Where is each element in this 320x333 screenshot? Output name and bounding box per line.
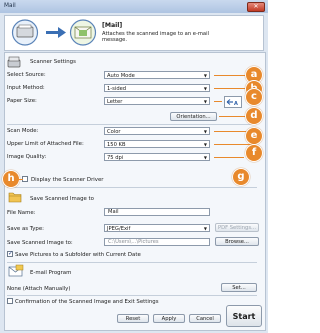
chevron-down-icon: ▼ [203, 226, 207, 231]
scan-mode-dropdown[interactable]: Color ▼ [104, 127, 210, 135]
chevron-down-icon: ▼ [203, 86, 207, 91]
apply-button[interactable]: Apply [153, 314, 185, 323]
image-quality-dropdown[interactable]: 75 dpi ▼ [104, 153, 210, 161]
callout-f-badge: f [245, 144, 263, 162]
cancel-button[interactable]: Cancel [189, 314, 221, 323]
divider [7, 262, 257, 263]
chevron-down-icon: ▼ [203, 155, 207, 160]
window-title: Mail [4, 3, 16, 9]
file-name-label: File Name: [7, 210, 36, 216]
paper-size-label: Paper Size: [7, 98, 37, 104]
divider [7, 295, 257, 296]
callout-leader [19, 179, 23, 180]
email-program-heading: E-mail Program [30, 270, 72, 276]
upper-limit-label: Upper Limit of Attached File: [7, 141, 84, 147]
orientation-button[interactable]: Orientation... [170, 112, 217, 121]
chevron-down-icon: ▼ [203, 142, 207, 147]
scan-mode-value: Color [107, 129, 121, 135]
file-name-input[interactable]: Mail [104, 208, 210, 216]
image-quality-label: Image Quality: [7, 154, 47, 160]
email-program-icon [8, 264, 24, 277]
chevron-down-icon: ▼ [203, 99, 207, 104]
save-as-type-value: JPEG/Exif [107, 226, 131, 232]
callout-leader [214, 144, 252, 145]
select-source-dropdown[interactable]: Auto Mode ▼ [104, 71, 210, 79]
folder-icon [8, 192, 22, 203]
browse-button[interactable]: Browse... [215, 237, 259, 246]
callout-leader [214, 101, 222, 102]
confirm-checkbox[interactable] [7, 298, 13, 304]
set-button[interactable]: Set... [221, 283, 257, 292]
callout-c-badge: c [245, 88, 263, 106]
input-method-dropdown[interactable]: 1-sided ▼ [104, 84, 210, 92]
save-as-type-dropdown[interactable]: JPEG/Exif ▼ [104, 224, 210, 232]
scanner-settings-heading: Scanner Settings [30, 59, 76, 65]
paper-size-value: Letter [107, 99, 123, 105]
input-method-value: 1-sided [107, 86, 127, 92]
subfolder-label: Save Pictures to a Subfolder with Curren… [15, 252, 141, 258]
orientation-icon: A [224, 96, 242, 108]
header-description: Attaches the scanned image to an e-mail … [102, 31, 209, 44]
mail-dialog: Mail ✕ [Mail] Attaches the scanned image… [0, 0, 268, 333]
svg-text:A: A [234, 101, 238, 107]
divider [7, 124, 257, 125]
chevron-down-icon: ▼ [203, 129, 207, 134]
save-to-label: Save Scanned Image to: [7, 240, 73, 246]
subfolder-checkbox[interactable] [7, 250, 13, 257]
select-source-label: Select Source: [7, 72, 46, 78]
callout-leader [214, 157, 244, 158]
callout-d-badge: d [245, 107, 263, 125]
reset-button[interactable]: Reset [117, 314, 149, 323]
scan-mode-label: Scan Mode: [7, 128, 39, 134]
display-driver-label: Display the Scanner Driver [31, 177, 104, 183]
mail-flow-icon [11, 19, 97, 46]
close-button[interactable]: ✕ [247, 2, 265, 12]
upper-limit-value: 150 KB [107, 142, 126, 148]
save-to-path-input[interactable]: C:\Users\...\Pictures [104, 238, 210, 246]
upper-limit-dropdown[interactable]: 150 KB ▼ [104, 140, 210, 148]
email-program-value: None (Attach Manually) [7, 286, 71, 292]
chevron-down-icon: ▼ [203, 73, 207, 78]
divider [7, 187, 257, 188]
callout-h-badge: h [2, 170, 20, 188]
save-as-type-label: Save as Type: [7, 226, 44, 232]
scanner-icon [7, 56, 21, 68]
callout-g-badge: g [232, 168, 250, 186]
paper-size-dropdown[interactable]: Letter ▼ [104, 97, 210, 105]
save-section-heading: Save Scanned Image to [30, 196, 94, 202]
pdf-settings-button[interactable]: PDF Settings... [215, 223, 259, 232]
image-quality-value: 75 dpi [107, 155, 124, 161]
start-button[interactable]: Start [226, 305, 262, 327]
header-title: [Mail] [102, 22, 123, 29]
confirm-label: Confirmation of the Scanned Image and Ex… [15, 299, 159, 305]
select-source-value: Auto Mode [107, 73, 135, 79]
callout-e-badge: e [245, 127, 263, 145]
input-method-label: Input Method: [7, 85, 45, 91]
title-bar: Mail ✕ [0, 0, 268, 13]
